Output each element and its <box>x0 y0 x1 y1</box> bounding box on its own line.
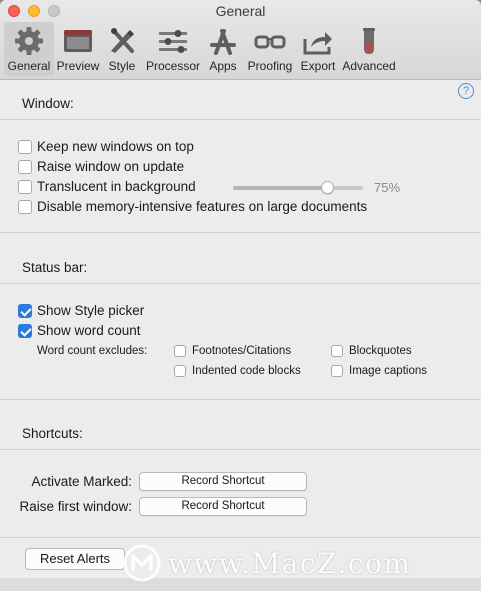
exclude-blockquotes-label: Blockquotes <box>349 345 412 357</box>
disable-memory-features-checkbox[interactable] <box>18 199 32 214</box>
translucency-slider-knob[interactable] <box>321 181 334 194</box>
preview-window-icon <box>64 30 92 52</box>
exclude-footnotes-checkbox[interactable] <box>174 345 186 357</box>
share-arrow-icon <box>303 32 332 55</box>
disable-memory-features-label: Disable memory-intensive features on lar… <box>37 199 368 214</box>
record-shortcut-activate-button[interactable]: Record Shortcut <box>139 472 307 491</box>
divider <box>0 537 481 538</box>
sliders-icon <box>159 30 187 53</box>
exclude-footnotes-option[interactable]: Footnotes/Citations <box>174 345 291 357</box>
raise-first-window-label: Raise first window: <box>19 499 132 514</box>
show-word-count-label: Show word count <box>37 323 141 338</box>
tab-advanced-label: Advanced <box>342 59 396 73</box>
tab-export[interactable]: Export <box>298 22 338 76</box>
tab-proofing-label: Proofing <box>247 59 293 73</box>
show-style-picker-option[interactable]: Show Style picker <box>18 303 144 318</box>
window-title: General <box>215 3 266 19</box>
macz-logo-icon <box>123 544 161 582</box>
watermark-text: www.MacZ.com <box>168 546 412 580</box>
keep-windows-on-top-option[interactable]: Keep new windows on top <box>18 139 194 154</box>
tab-general[interactable]: General <box>4 22 54 76</box>
exclude-footnotes-label: Footnotes/Citations <box>192 345 292 357</box>
tab-processor[interactable]: Processor <box>144 22 202 76</box>
divider <box>0 232 481 233</box>
translucency-slider[interactable] <box>233 181 363 194</box>
translucency-slider-fill <box>233 186 328 190</box>
tab-general-label: General <box>7 59 51 73</box>
pencil-brush-icon <box>111 28 134 53</box>
window-section-title: Window: <box>22 96 74 111</box>
tab-style-label: Style <box>108 59 136 73</box>
reset-alerts-button[interactable]: Reset Alerts <box>25 548 125 570</box>
exclude-code-blocks-option[interactable]: Indented code blocks <box>174 365 301 377</box>
translucent-background-checkbox[interactable] <box>18 179 32 194</box>
exclude-blockquotes-checkbox[interactable] <box>331 345 343 357</box>
activate-marked-label: Activate Marked: <box>31 474 132 489</box>
show-style-picker-label: Show Style picker <box>37 303 145 318</box>
exclude-image-captions-label: Image captions <box>349 365 427 377</box>
tab-preview[interactable]: Preview <box>56 22 100 76</box>
show-word-count-checkbox[interactable] <box>18 323 32 338</box>
raise-window-on-update-label: Raise window on update <box>37 159 185 174</box>
divider <box>0 119 481 120</box>
tab-processor-label: Processor <box>145 59 201 73</box>
glasses-icon <box>254 35 286 49</box>
exclude-code-blocks-label: Indented code blocks <box>192 365 301 377</box>
shortcuts-section-title: Shortcuts: <box>22 426 83 441</box>
test-tube-icon <box>363 28 375 54</box>
record-shortcut-raise-button[interactable]: Record Shortcut <box>139 497 307 516</box>
gear-icon <box>15 27 43 55</box>
raise-window-on-update-option[interactable]: Raise window on update <box>18 159 184 174</box>
show-style-picker-checkbox[interactable] <box>18 303 32 318</box>
tab-apps-label: Apps <box>209 59 237 73</box>
app-store-icon <box>210 29 236 55</box>
tab-advanced[interactable]: Advanced <box>342 22 396 76</box>
translucent-background-option[interactable]: Translucent in background <box>18 179 196 194</box>
tab-proofing[interactable]: Proofing <box>244 22 296 76</box>
tab-export-label: Export <box>300 59 336 73</box>
tab-style[interactable]: Style <box>104 22 140 76</box>
exclude-image-captions-checkbox[interactable] <box>331 365 343 377</box>
show-word-count-option[interactable]: Show word count <box>18 323 141 338</box>
preferences-window: General General Preview Style Processor … <box>0 0 481 591</box>
translucency-value: 75% <box>374 180 401 195</box>
title-bar: General General Preview Style Processor … <box>0 0 481 80</box>
exclude-blockquotes-option[interactable]: Blockquotes <box>331 345 412 357</box>
divider <box>0 449 481 450</box>
divider <box>0 283 481 284</box>
disable-memory-features-option[interactable]: Disable memory-intensive features on lar… <box>18 199 367 214</box>
raise-window-on-update-checkbox[interactable] <box>18 159 32 174</box>
divider <box>0 399 481 400</box>
exclude-image-captions-option[interactable]: Image captions <box>331 365 427 377</box>
word-count-excludes-label: Word count excludes: <box>37 345 148 357</box>
exclude-code-blocks-checkbox[interactable] <box>174 365 186 377</box>
keep-windows-on-top-checkbox[interactable] <box>18 139 32 154</box>
translucent-background-label: Translucent in background <box>37 179 196 194</box>
status-bar-section-title: Status bar: <box>22 260 88 275</box>
keep-windows-on-top-label: Keep new windows on top <box>37 139 194 154</box>
tab-preview-label: Preview <box>56 59 100 73</box>
watermark: www.MacZ.com <box>122 542 411 584</box>
tab-apps[interactable]: Apps <box>206 22 240 76</box>
help-button[interactable]: ? <box>458 83 474 99</box>
